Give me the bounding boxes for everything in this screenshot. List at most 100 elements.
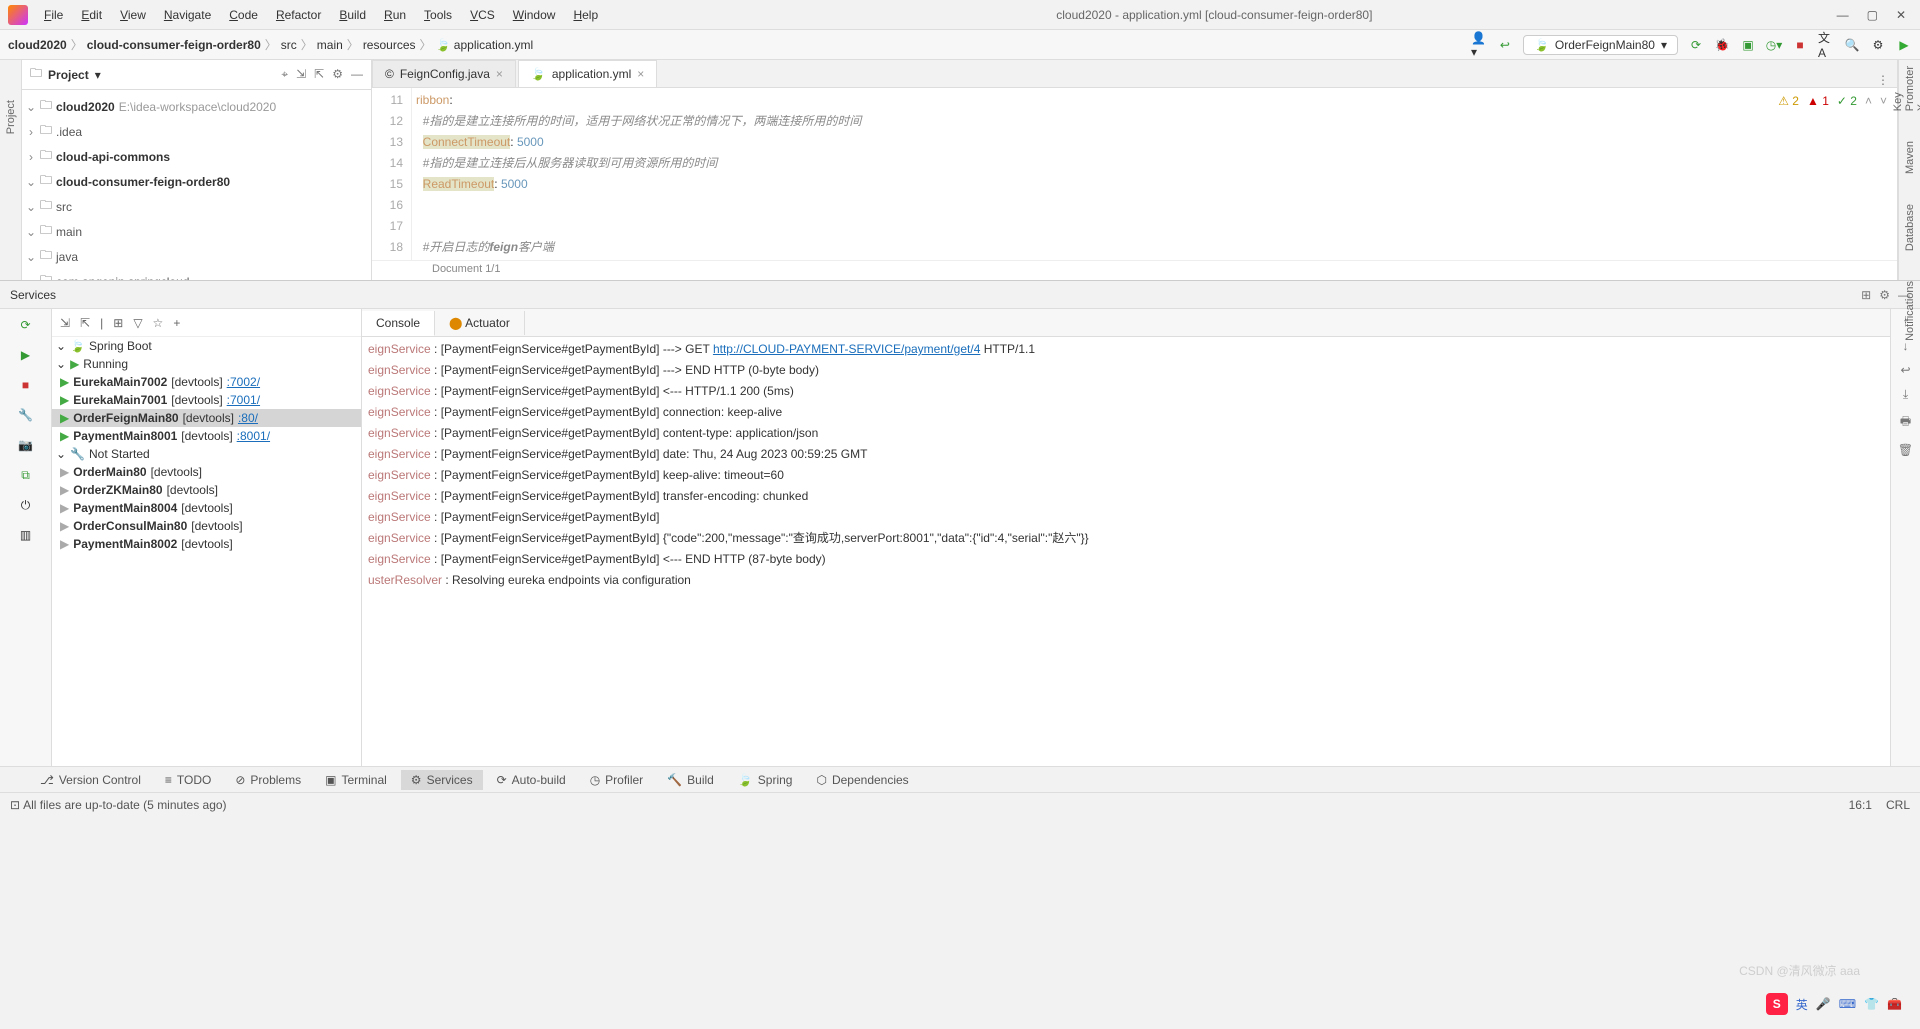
caret-position[interactable]: 16:1 <box>1849 798 1872 812</box>
menu-view[interactable]: View <box>112 4 154 26</box>
columns-icon[interactable]: ▥ <box>16 525 36 545</box>
ime-mic-icon[interactable]: 🎤 <box>1816 997 1831 1011</box>
stack-icon[interactable]: ⧉ <box>16 465 36 485</box>
gear-icon[interactable]: ⚙ <box>1879 288 1890 302</box>
translate-icon[interactable]: 文A <box>1818 37 1834 53</box>
tree-node[interactable]: ⌄🗀 com.angenin.springcloud <box>22 269 371 280</box>
trash-icon[interactable]: 🗑 <box>1898 443 1913 457</box>
chevron-down-icon[interactable]: ▾ <box>95 68 101 82</box>
crumb-item[interactable]: main <box>317 38 343 52</box>
bottom-tab-spring[interactable]: 🍃Spring <box>728 770 803 790</box>
editor-tab[interactable]: 🍃application.yml× <box>518 60 657 87</box>
service-node[interactable]: ▶ OrderConsulMain80 [devtools] <box>52 517 361 535</box>
tree-node[interactable]: ⌄🗀 src <box>22 194 371 219</box>
exit-icon[interactable]: ⏻ <box>16 495 36 515</box>
crumb-item[interactable]: cloud-consumer-feign-order80 <box>87 38 261 52</box>
rerun-icon[interactable]: ⟳ <box>16 315 36 335</box>
expand-up-icon[interactable]: ˄ <box>1865 94 1872 108</box>
run-refresh-icon[interactable]: ⟳ <box>1688 37 1704 53</box>
console-tab-actuator[interactable]: ⬤ Actuator <box>435 311 525 335</box>
stop-icon[interactable]: ■ <box>1792 37 1808 53</box>
tree-node[interactable]: ›🗀 .idea <box>22 119 371 144</box>
bottom-tab-services[interactable]: ⚙Services <box>401 770 483 790</box>
expand-down-icon[interactable]: ˅ <box>1880 94 1887 108</box>
select-opened-icon[interactable]: ⌖ <box>281 67 288 82</box>
editor-tab[interactable]: ©FeignConfig.java× <box>372 60 516 87</box>
add-icon[interactable]: + <box>173 316 180 330</box>
search-icon[interactable]: 🔍 <box>1844 37 1860 53</box>
crumb-item[interactable]: cloud2020 <box>8 38 67 52</box>
layout-icon[interactable]: ⊞ <box>1861 288 1871 302</box>
bottom-tab-problems[interactable]: ⊘Problems <box>225 770 311 790</box>
service-node[interactable]: ▶ PaymentMain8002 [devtools] <box>52 535 361 553</box>
menu-file[interactable]: File <box>36 4 71 26</box>
menu-window[interactable]: Window <box>505 4 564 26</box>
menu-refactor[interactable]: Refactor <box>268 4 329 26</box>
favorite-icon[interactable]: ☆ <box>153 316 164 330</box>
crumb-item[interactable]: resources <box>363 38 416 52</box>
expand-icon[interactable]: ⇲ <box>60 316 70 330</box>
menu-build[interactable]: Build <box>331 4 374 26</box>
stop-icon[interactable]: ■ <box>16 375 36 395</box>
services-tree[interactable]: ⇲⇱ | ⊞ ▽ ☆ + ⌄🍃 Spring Boot⌄▶ Running▶ E… <box>52 309 362 766</box>
service-node[interactable]: ▶ EurekaMain7002 [devtools] :7002/ <box>52 373 361 391</box>
scroll-icon[interactable]: ⤓ <box>1903 387 1908 402</box>
crumb-item[interactable]: 🍃 application.yml <box>436 38 534 52</box>
profile-icon[interactable]: ◷▾ <box>1766 37 1782 53</box>
print-icon[interactable]: 🖶 <box>1900 412 1911 433</box>
wrench-icon[interactable]: 🔧 <box>16 405 36 425</box>
filter-icon[interactable]: ▽ <box>133 316 142 330</box>
expand-all-icon[interactable]: ⇲ <box>296 67 306 82</box>
gear-icon[interactable]: ⚙ <box>332 67 343 82</box>
collapse-icon[interactable]: ⇱ <box>80 316 90 330</box>
tree-root[interactable]: ⌄🗀 cloud2020 E:\idea-workspace\cloud2020 <box>22 94 371 119</box>
close-icon[interactable]: ✕ <box>1896 8 1906 22</box>
minimize-icon[interactable]: — <box>1837 8 1849 22</box>
close-tab-icon[interactable]: × <box>496 67 503 81</box>
code-area[interactable]: ribbon: #指的是建立连接所用的时间，适用于网络状况正常的情况下，两端连接… <box>412 88 1897 260</box>
coverage-icon[interactable]: ▣ <box>1740 37 1756 53</box>
bottom-tab-build[interactable]: 🔨Build <box>657 770 724 790</box>
run-icon[interactable]: ▶ <box>1896 37 1912 53</box>
console-tab-console[interactable]: Console <box>362 311 435 336</box>
service-node[interactable]: ⌄🔧 Not Started <box>52 445 361 463</box>
service-node[interactable]: ▶ PaymentMain8004 [devtools] <box>52 499 361 517</box>
close-tab-icon[interactable]: × <box>637 67 644 81</box>
bottom-tab-version-control[interactable]: ⎇Version Control <box>30 770 151 790</box>
left-label-project[interactable]: Project <box>5 100 17 134</box>
menu-run[interactable]: Run <box>376 4 414 26</box>
tab-menu-icon[interactable]: ⋮ <box>1877 73 1889 87</box>
ime-keyboard-icon[interactable]: ⌨ <box>1839 997 1856 1011</box>
wrap-icon[interactable]: ↩ <box>1900 363 1910 377</box>
service-node[interactable]: ▶ EurekaMain7001 [devtools] :7001/ <box>52 391 361 409</box>
bottom-tab-dependencies[interactable]: ⬡Dependencies <box>806 770 918 790</box>
right-label[interactable]: Key Promoter X <box>1892 66 1920 111</box>
camera-icon[interactable]: 📷 <box>16 435 36 455</box>
settings-icon[interactable]: ⚙ <box>1870 37 1886 53</box>
tree-node[interactable]: ›🗀 cloud-api-commons <box>22 144 371 169</box>
project-tree[interactable]: ⌄🗀 cloud2020 E:\idea-workspace\cloud2020… <box>22 90 371 280</box>
console-output[interactable]: eignService : [PaymentFeignService#getPa… <box>362 337 1890 766</box>
service-node[interactable]: ▶ PaymentMain8001 [devtools] :8001/ <box>52 427 361 445</box>
user-icon[interactable]: 👤▾ <box>1471 37 1487 53</box>
graph-icon[interactable]: ⊞ <box>113 316 123 330</box>
menu-tools[interactable]: Tools <box>416 4 460 26</box>
service-node[interactable]: ⌄🍃 Spring Boot <box>52 337 361 355</box>
right-label[interactable]: Database <box>1904 204 1916 251</box>
debug-icon[interactable]: 🐞 <box>1714 37 1730 53</box>
hide-icon[interactable]: — <box>351 67 363 82</box>
crumb-item[interactable]: src <box>281 38 297 52</box>
run-icon[interactable]: ▶ <box>16 345 36 365</box>
service-node[interactable]: ▶ OrderZKMain80 [devtools] <box>52 481 361 499</box>
bottom-tab-todo[interactable]: ≡TODO <box>155 770 221 790</box>
inspection-summary[interactable]: ⚠ 2 ▲ 1 ✓ 2 ˄ ˅ <box>1778 94 1887 108</box>
back-icon[interactable]: ↩ <box>1497 37 1513 53</box>
bottom-tab-profiler[interactable]: ◷Profiler <box>580 770 654 790</box>
right-label[interactable]: Maven <box>1904 141 1916 174</box>
ime-skin-icon[interactable]: 👕 <box>1864 997 1879 1011</box>
tree-node[interactable]: ⌄🗀 main <box>22 219 371 244</box>
ime-toolbox-icon[interactable]: 🧰 <box>1887 997 1902 1011</box>
down-icon[interactable]: ↓ <box>1903 339 1909 353</box>
ime-bar[interactable]: S 英 🎤 ⌨ 👕 🧰 <box>1766 993 1902 1015</box>
service-node[interactable]: ⌄▶ Running <box>52 355 361 373</box>
